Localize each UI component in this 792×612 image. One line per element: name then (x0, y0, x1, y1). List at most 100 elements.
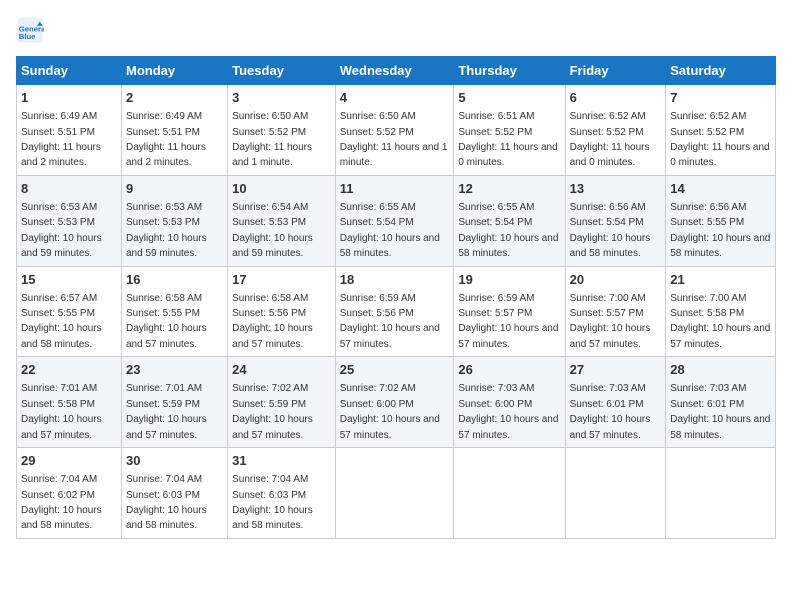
day-cell: 12 Sunrise: 6:55 AM Sunset: 5:54 PM Dayl… (454, 175, 565, 266)
sunset-text: Sunset: 5:58 PM (670, 308, 744, 319)
day-number: 24 (232, 361, 331, 379)
logo-icon: General Blue (16, 16, 44, 44)
day-cell: 14 Sunrise: 6:56 AM Sunset: 5:55 PM Dayl… (666, 175, 776, 266)
day-number: 2 (126, 89, 223, 107)
day-cell: 10 Sunrise: 6:54 AM Sunset: 5:53 PM Dayl… (228, 175, 336, 266)
daylight-text: Daylight: 10 hours and 59 minutes. (126, 233, 207, 259)
daylight-text: Daylight: 10 hours and 57 minutes. (670, 323, 770, 349)
sunrise-text: Sunrise: 6:55 AM (340, 202, 416, 213)
daylight-text: Daylight: 10 hours and 57 minutes. (126, 414, 207, 440)
week-row-4: 22 Sunrise: 7:01 AM Sunset: 5:58 PM Dayl… (17, 357, 776, 448)
day-cell (454, 448, 565, 539)
sunset-text: Sunset: 5:56 PM (340, 308, 414, 319)
sunrise-text: Sunrise: 6:49 AM (21, 111, 97, 122)
sunset-text: Sunset: 5:54 PM (570, 217, 644, 228)
day-cell (666, 448, 776, 539)
day-number: 21 (670, 271, 771, 289)
day-number: 29 (21, 452, 117, 470)
day-cell: 21 Sunrise: 7:00 AM Sunset: 5:58 PM Dayl… (666, 266, 776, 357)
day-number: 25 (340, 361, 450, 379)
day-number: 3 (232, 89, 331, 107)
daylight-text: Daylight: 11 hours and 2 minutes. (126, 142, 206, 168)
sunrise-text: Sunrise: 6:58 AM (232, 293, 308, 304)
day-cell: 23 Sunrise: 7:01 AM Sunset: 5:59 PM Dayl… (121, 357, 227, 448)
sunrise-text: Sunrise: 6:56 AM (570, 202, 646, 213)
sunset-text: Sunset: 5:53 PM (126, 217, 200, 228)
sunrise-text: Sunrise: 6:53 AM (126, 202, 202, 213)
daylight-text: Daylight: 11 hours and 0 minutes. (670, 142, 769, 168)
sunrise-text: Sunrise: 7:03 AM (570, 383, 646, 394)
week-row-1: 1 Sunrise: 6:49 AM Sunset: 5:51 PM Dayli… (17, 85, 776, 176)
day-cell: 26 Sunrise: 7:03 AM Sunset: 6:00 PM Dayl… (454, 357, 565, 448)
sunset-text: Sunset: 6:03 PM (126, 490, 200, 501)
day-number: 20 (570, 271, 662, 289)
daylight-text: Daylight: 10 hours and 59 minutes. (21, 233, 102, 259)
day-number: 12 (458, 180, 560, 198)
day-cell: 29 Sunrise: 7:04 AM Sunset: 6:02 PM Dayl… (17, 448, 122, 539)
daylight-text: Daylight: 10 hours and 58 minutes. (670, 233, 770, 259)
day-number: 31 (232, 452, 331, 470)
sunset-text: Sunset: 6:01 PM (670, 399, 744, 410)
sunrise-text: Sunrise: 7:04 AM (232, 474, 308, 485)
daylight-text: Daylight: 10 hours and 57 minutes. (458, 414, 558, 440)
daylight-text: Daylight: 10 hours and 57 minutes. (340, 414, 440, 440)
day-number: 11 (340, 180, 450, 198)
sunrise-text: Sunrise: 6:50 AM (232, 111, 308, 122)
daylight-text: Daylight: 11 hours and 1 minute. (340, 142, 448, 168)
sunrise-text: Sunrise: 6:54 AM (232, 202, 308, 213)
daylight-text: Daylight: 11 hours and 2 minutes. (21, 142, 101, 168)
sunrise-text: Sunrise: 7:01 AM (126, 383, 202, 394)
page-header: General Blue (16, 16, 776, 44)
sunset-text: Sunset: 5:53 PM (232, 217, 306, 228)
sunset-text: Sunset: 5:54 PM (340, 217, 414, 228)
day-number: 30 (126, 452, 223, 470)
sunset-text: Sunset: 6:03 PM (232, 490, 306, 501)
sunrise-text: Sunrise: 6:59 AM (458, 293, 534, 304)
sunset-text: Sunset: 5:57 PM (570, 308, 644, 319)
sunset-text: Sunset: 6:01 PM (570, 399, 644, 410)
day-cell: 20 Sunrise: 7:00 AM Sunset: 5:57 PM Dayl… (565, 266, 666, 357)
sunrise-text: Sunrise: 7:02 AM (232, 383, 308, 394)
day-cell: 28 Sunrise: 7:03 AM Sunset: 6:01 PM Dayl… (666, 357, 776, 448)
col-header-friday: Friday (565, 57, 666, 85)
day-number: 16 (126, 271, 223, 289)
sunset-text: Sunset: 5:51 PM (126, 127, 200, 138)
sunrise-text: Sunrise: 6:55 AM (458, 202, 534, 213)
day-number: 5 (458, 89, 560, 107)
week-row-2: 8 Sunrise: 6:53 AM Sunset: 5:53 PM Dayli… (17, 175, 776, 266)
sunset-text: Sunset: 5:59 PM (232, 399, 306, 410)
day-cell: 25 Sunrise: 7:02 AM Sunset: 6:00 PM Dayl… (335, 357, 454, 448)
day-number: 27 (570, 361, 662, 379)
sunset-text: Sunset: 5:55 PM (126, 308, 200, 319)
col-header-tuesday: Tuesday (228, 57, 336, 85)
daylight-text: Daylight: 10 hours and 57 minutes. (232, 323, 313, 349)
day-number: 28 (670, 361, 771, 379)
day-cell (335, 448, 454, 539)
day-number: 6 (570, 89, 662, 107)
day-cell: 3 Sunrise: 6:50 AM Sunset: 5:52 PM Dayli… (228, 85, 336, 176)
sunset-text: Sunset: 5:52 PM (340, 127, 414, 138)
sunrise-text: Sunrise: 6:50 AM (340, 111, 416, 122)
day-number: 7 (670, 89, 771, 107)
day-number: 4 (340, 89, 450, 107)
day-cell: 15 Sunrise: 6:57 AM Sunset: 5:55 PM Dayl… (17, 266, 122, 357)
daylight-text: Daylight: 10 hours and 57 minutes. (232, 414, 313, 440)
daylight-text: Daylight: 10 hours and 57 minutes. (458, 323, 558, 349)
sunrise-text: Sunrise: 7:04 AM (126, 474, 202, 485)
sunset-text: Sunset: 5:52 PM (232, 127, 306, 138)
sunset-text: Sunset: 5:52 PM (570, 127, 644, 138)
day-number: 17 (232, 271, 331, 289)
daylight-text: Daylight: 10 hours and 58 minutes. (21, 323, 102, 349)
sunset-text: Sunset: 5:54 PM (458, 217, 532, 228)
sunrise-text: Sunrise: 6:53 AM (21, 202, 97, 213)
logo: General Blue (16, 16, 48, 44)
sunrise-text: Sunrise: 7:01 AM (21, 383, 97, 394)
daylight-text: Daylight: 10 hours and 58 minutes. (458, 233, 558, 259)
sunset-text: Sunset: 5:57 PM (458, 308, 532, 319)
daylight-text: Daylight: 11 hours and 0 minutes. (570, 142, 650, 168)
col-header-saturday: Saturday (666, 57, 776, 85)
col-header-thursday: Thursday (454, 57, 565, 85)
day-cell: 8 Sunrise: 6:53 AM Sunset: 5:53 PM Dayli… (17, 175, 122, 266)
day-number: 1 (21, 89, 117, 107)
sunrise-text: Sunrise: 7:00 AM (570, 293, 646, 304)
